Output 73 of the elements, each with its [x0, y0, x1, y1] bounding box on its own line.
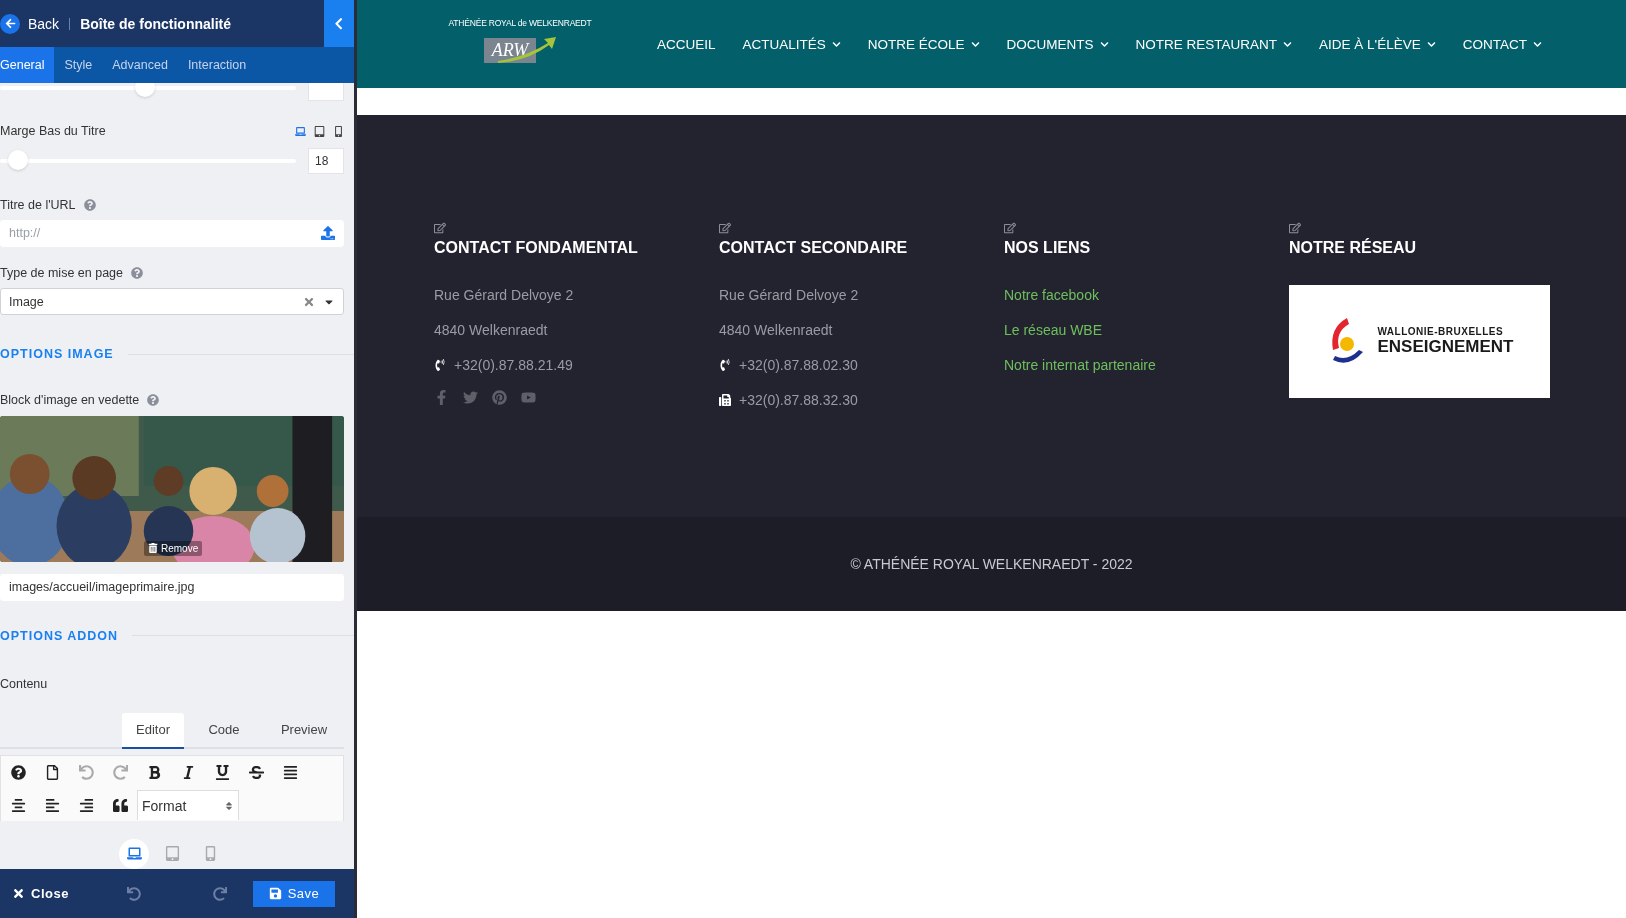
clear-icon[interactable] — [303, 295, 315, 308]
settings-tab[interactable]: Interaction — [177, 47, 257, 83]
youtube-icon[interactable] — [521, 390, 536, 405]
chevron-down-icon — [831, 39, 841, 49]
settings-tab[interactable]: General — [0, 47, 55, 83]
desktop-icon[interactable] — [119, 838, 149, 869]
field-label: Contenu — [0, 676, 48, 691]
slider-thumb[interactable] — [135, 83, 156, 97]
chevron-down-icon — [1283, 39, 1293, 49]
contact-text: +32(0).87.88.21.49 — [454, 356, 573, 373]
nav-link[interactable]: ACTUALITÉS — [742, 36, 841, 52]
contact-text: +32(0).87.88.32.30 — [739, 391, 858, 408]
phone-icon — [434, 358, 446, 371]
back-button[interactable]: Back — [0, 13, 70, 34]
settings-tab[interactable]: Style — [54, 47, 103, 83]
save-button[interactable]: Save — [253, 880, 335, 907]
close-button[interactable]: Close — [6, 885, 75, 902]
contact-text: 4840 Welkenraedt — [719, 320, 834, 340]
column-title: CONTACT FONDAMENTAL — [434, 239, 639, 257]
network-logo[interactable]: WALLONIE-BRUXELLES ENSEIGNEMENT — [1289, 285, 1550, 398]
upload-icon[interactable] — [321, 226, 335, 241]
slider-thumb[interactable] — [7, 149, 28, 170]
remove-button[interactable]: Remove — [144, 540, 203, 556]
twitter-icon[interactable] — [463, 390, 478, 405]
contact-text: Rue Gérard Delvoye 2 — [434, 285, 575, 305]
nav-link[interactable]: DOCUMENTS — [1006, 36, 1109, 52]
facebook-icon[interactable] — [434, 390, 449, 405]
fax-icon — [719, 393, 731, 406]
mobile-icon[interactable] — [333, 125, 344, 137]
editor-tab[interactable]: Code — [184, 712, 264, 749]
editor-tab[interactable]: Editor — [122, 712, 184, 749]
copyright-text: © ATHÉNÉE ROYAL WELKENRAEDT - 2022 — [850, 556, 1133, 572]
image-path-field[interactable]: images/accueil/imageprimaire.jpg — [0, 573, 344, 601]
section-title: OPTIONS IMAGE — [0, 347, 114, 362]
nav-link[interactable]: NOTRE RESTAURANT — [1135, 36, 1293, 52]
pinterest-icon[interactable] — [492, 390, 507, 405]
column-title: CONTACT SECONDAIRE — [719, 239, 909, 257]
footer-link[interactable]: Le réseau WBE — [1004, 312, 1289, 347]
phone-icon — [719, 358, 731, 371]
contact-text: Rue Gérard Delvoye 2 — [719, 285, 860, 305]
settings-tab[interactable]: Advanced — [102, 47, 178, 83]
nav-link[interactable]: ACCUEIL — [657, 36, 716, 52]
nav-link[interactable]: AIDE À L'ÉLÈVE — [1319, 36, 1436, 52]
chevron-down-icon — [1533, 39, 1542, 49]
format-select[interactable]: Format — [137, 790, 239, 821]
logo-caption: ATHÉNÉE ROYAL de WELKENRAEDT — [448, 18, 592, 28]
nav-link[interactable]: NOTRE ÉCOLE — [867, 36, 980, 52]
panel-title: Boîte de fonctionnalité — [80, 15, 232, 32]
contact-text: 4840 Welkenraedt — [434, 320, 549, 340]
nav-link[interactable]: CONTACT — [1462, 36, 1542, 52]
number-field[interactable]: 18 — [308, 147, 344, 174]
collapse-button[interactable] — [324, 0, 354, 47]
chevron-down-icon — [1426, 39, 1436, 49]
desktop-icon[interactable] — [295, 125, 306, 137]
field-label: Marge Bas du Titre — [0, 124, 107, 139]
field-label: Titre de l'URL — [0, 197, 76, 212]
footer-link[interactable]: Notre facebook — [1004, 277, 1289, 312]
logo-mark: ARW — [483, 37, 537, 63]
tablet-icon[interactable] — [314, 125, 325, 137]
footer-link[interactable]: Notre internat partenaire — [1004, 347, 1289, 382]
trash-icon — [148, 543, 158, 554]
layout-select[interactable]: Image — [0, 287, 344, 316]
chevron-down-icon — [970, 39, 980, 49]
column-title: NOTRE RÉSEAU — [1289, 239, 1418, 257]
column-title: NOS LIENS — [1004, 239, 1092, 257]
chevron-down-icon — [1099, 39, 1109, 49]
editor-tab[interactable]: Preview — [264, 712, 344, 749]
contact-text: +32(0).87.88.02.30 — [739, 356, 858, 373]
sort-arrows-icon — [224, 800, 234, 811]
field-label: Block d'image en vedette — [0, 393, 140, 408]
field-label: Type de mise en page — [0, 265, 123, 280]
section-title: OPTIONS ADDON — [0, 628, 119, 643]
close-icon — [12, 887, 25, 900]
